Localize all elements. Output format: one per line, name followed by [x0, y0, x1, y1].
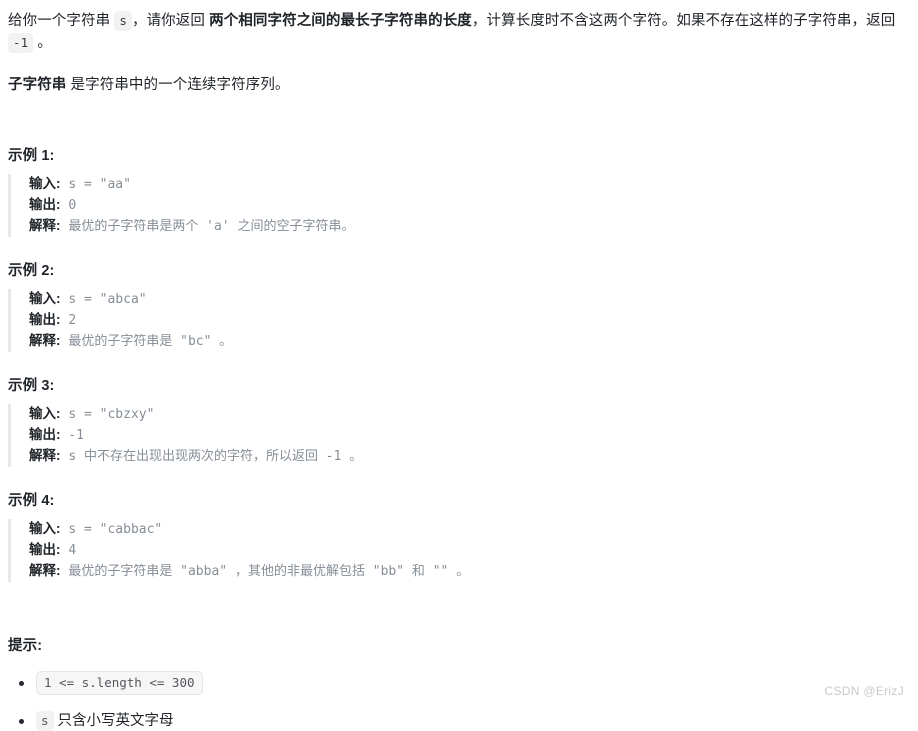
intro-bold-phrase: 两个相同字符之间的最长子字符串的长度 [209, 13, 472, 29]
input-value: s = "abca" [68, 292, 147, 307]
definition-paragraph: 子字符串 是字符串中的一个连续字符序列。 [8, 74, 908, 96]
explain-value: s 中不存在出现出现两次的字符，所以返回 -1 。 [68, 449, 363, 464]
problem-description-page: 给你一个字符串 s ，请你返回 两个相同字符之间的最长子字符串的长度，计算长度时不… [0, 0, 918, 731]
example-section-1: 示例 1: 输入: s = "aa" 输出: 0 解释: 最优的子字符串是两个 … [8, 144, 908, 237]
explain-value: 最优的子字符串是 "abba" ，其他的非最优解包括 "bb" 和 "" 。 [68, 564, 470, 579]
output-label: 输出: [29, 542, 61, 557]
input-value: s = "cbzxy" [68, 407, 155, 422]
hint-code-s: s [36, 711, 54, 731]
spacer-before-examples [8, 96, 908, 144]
input-label: 输入: [29, 291, 61, 306]
intro-paragraph: 给你一个字符串 s ，请你返回 两个相同字符之间的最长子字符串的长度，计算长度时不… [8, 8, 908, 54]
example-title-1: 示例 1: [8, 148, 55, 164]
example-output-row-1: 输出: 0 [29, 195, 908, 216]
example-block-1: 输入: s = "aa" 输出: 0 解释: 最优的子字符串是两个 'a' 之间… [8, 174, 908, 237]
inline-code-negative-one: -1 [8, 33, 34, 53]
example-section-2: 示例 2: 输入: s = "abca" 输出: 2 解释: 最优的子字符串是 … [8, 259, 908, 352]
example-block-2: 输入: s = "abca" 输出: 2 解释: 最优的子字符串是 "bc" 。 [8, 289, 908, 352]
list-item: s 只含小写英文字母 [8, 711, 908, 731]
hint-code-length-constraint: 1 <= s.length <= 300 [36, 671, 203, 695]
input-label: 输入: [29, 521, 61, 536]
intro-text-part-4: 。 [33, 35, 52, 51]
example-section-4: 示例 4: 输入: s = "cabbac" 输出: 4 解释: 最优的子字符串… [8, 489, 908, 582]
example-title-2: 示例 2: [8, 263, 55, 279]
example-block-4: 输入: s = "cabbac" 输出: 4 解释: 最优的子字符串是 "abb… [8, 519, 908, 582]
input-value: s = "aa" [68, 177, 131, 192]
output-label: 输出: [29, 427, 61, 442]
example-gap-3 [8, 467, 908, 489]
example-input-row-4: 输入: s = "cabbac" [29, 519, 908, 540]
output-label: 输出: [29, 312, 61, 327]
explain-label: 解释: [29, 448, 61, 463]
explain-value: 最优的子字符串是两个 'a' 之间的空子字符串。 [68, 219, 355, 234]
csdn-watermark: CSDN @ErizJ [824, 684, 904, 698]
input-value: s = "cabbac" [68, 522, 163, 537]
example-explain-row-2: 解释: 最优的子字符串是 "bc" 。 [29, 331, 908, 352]
example-output-row-3: 输出: -1 [29, 425, 908, 446]
example-output-row-4: 输出: 4 [29, 540, 908, 561]
explain-value: 最优的子字符串是 "bc" 。 [68, 334, 233, 349]
explain-label: 解释: [29, 563, 61, 578]
inline-code-s: s [114, 11, 132, 31]
explain-label: 解释: [29, 333, 61, 348]
output-value: 0 [68, 198, 77, 213]
hints-list: 1 <= s.length <= 300 s 只含小写英文字母 [8, 671, 908, 731]
example-explain-row-4: 解释: 最优的子字符串是 "abba" ，其他的非最优解包括 "bb" 和 ""… [29, 561, 908, 582]
hint-text-lowercase: 只含小写英文字母 [57, 713, 174, 729]
example-title-4: 示例 4: [8, 493, 55, 509]
explain-label: 解释: [29, 218, 61, 233]
spacer-before-hints [8, 582, 908, 634]
list-item: 1 <= s.length <= 300 [8, 671, 908, 695]
output-value: 4 [68, 543, 77, 558]
example-input-row-1: 输入: s = "aa" [29, 174, 908, 195]
definition-text: 是字符串中的一个连续字符序列。 [66, 77, 290, 93]
example-input-row-2: 输入: s = "abca" [29, 289, 908, 310]
hints-title: 提示: [8, 638, 43, 654]
example-explain-row-1: 解释: 最优的子字符串是两个 'a' 之间的空子字符串。 [29, 216, 908, 237]
example-gap-2 [8, 352, 908, 374]
example-output-row-2: 输出: 2 [29, 310, 908, 331]
example-title-3: 示例 3: [8, 378, 55, 394]
definition-term: 子字符串 [8, 77, 67, 93]
example-block-3: 输入: s = "cbzxy" 输出: -1 解释: s 中不存在出现出现两次的… [8, 404, 908, 467]
example-gap-1 [8, 237, 908, 259]
input-label: 输入: [29, 406, 61, 421]
intro-text-part-1: 给你一个字符串 [8, 13, 115, 29]
example-input-row-3: 输入: s = "cbzxy" [29, 404, 908, 425]
input-label: 输入: [29, 176, 61, 191]
intro-text-part-3: ，计算长度时不含这两个字符。如果不存在这样的子字符串，返回 [471, 13, 896, 29]
output-value: -1 [68, 428, 84, 443]
example-section-3: 示例 3: 输入: s = "cbzxy" 输出: -1 解释: s 中不存在出… [8, 374, 908, 467]
example-explain-row-3: 解释: s 中不存在出现出现两次的字符，所以返回 -1 。 [29, 446, 908, 467]
intro-text-part-2: ，请你返回 [131, 13, 210, 29]
output-label: 输出: [29, 197, 61, 212]
output-value: 2 [68, 313, 77, 328]
